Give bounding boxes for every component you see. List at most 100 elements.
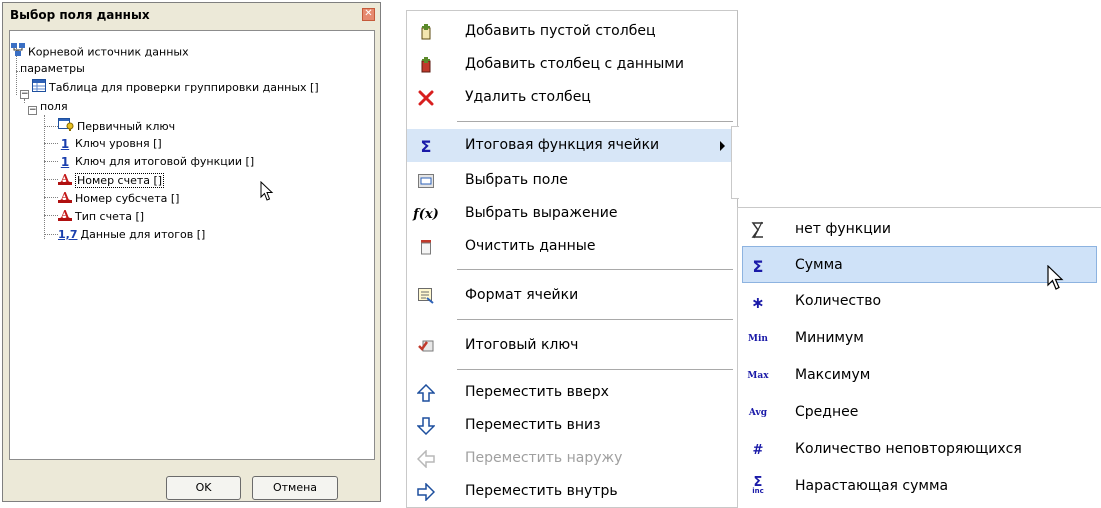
tree-node-fields[interactable]: поля [40, 99, 68, 115]
tree-node-label: Ключ для итоговой функции [] [75, 155, 255, 168]
menu-item-move-in[interactable]: Переместить внутрь [407, 475, 737, 508]
submenu-arrow-icon [720, 141, 725, 151]
sum-icon: Σ [752, 256, 764, 276]
menu-item-move-up[interactable]: Переместить вверх [407, 376, 737, 409]
submenu-item-maximum[interactable]: Max Максимум [738, 357, 1101, 394]
menu-item-label: Переместить внутрь [465, 483, 618, 499]
submenu-item-running-sum[interactable]: Σ inc Нарастающая сумма [738, 468, 1101, 505]
arrow-left-icon [417, 450, 435, 468]
no-function-icon [748, 220, 768, 240]
max-icon: Max [747, 371, 769, 381]
avg-icon: Avg [748, 408, 768, 418]
tree-node-primary-key[interactable]: Первичный ключ [58, 118, 175, 134]
menu-item-label: Переместить наружу [465, 450, 623, 466]
menu-item-label: Переместить вниз [465, 417, 601, 433]
menu-item-select-expression[interactable]: f(x) Выбрать выражение [407, 197, 737, 230]
string-field-icon: A [58, 190, 72, 208]
number-icon: 1 [60, 155, 70, 169]
menu-item-label: Добавить столбец с данными [465, 56, 684, 72]
collapse-icon[interactable]: − [28, 106, 37, 115]
submenu-item-label: Количество [795, 293, 882, 309]
select-field-icon [417, 172, 435, 190]
tree-node-table[interactable]: Таблица для проверки группировки данных … [32, 79, 319, 95]
menu-item-label: Удалить столбец [465, 89, 591, 105]
menu-item-label: Формат ячейки [465, 287, 579, 303]
tree-node-label: поля [40, 100, 68, 113]
menu-item-label: Очистить данные [465, 238, 596, 254]
dialog-title: Выбор поля данных [10, 8, 150, 22]
expression-icon: f(x) [413, 206, 439, 222]
submenu-item-label: Сумма [795, 257, 843, 273]
svg-text:A: A [60, 172, 70, 185]
submenu-item-label: Нарастающая сумма [795, 478, 949, 494]
total-key-icon [417, 337, 435, 355]
menu-item-select-field[interactable]: Выбрать поле [407, 164, 737, 197]
submenu-item-label: нет функции [795, 221, 891, 237]
submenu-item-average[interactable]: Avg Среднее [738, 394, 1101, 431]
context-menu: Добавить пустой столбец Добавить столбец… [406, 10, 738, 508]
tree-node-label: Таблица для проверки группировки данных … [49, 81, 319, 94]
menu-item-cell-total-function[interactable]: Σ Итоговая функция ячейки [407, 129, 737, 162]
menu-item-delete-column[interactable]: Удалить столбец [407, 81, 737, 114]
submenu-item-label: Минимум [795, 330, 864, 346]
submenu-item-distinct-count[interactable]: # Количество неповторяющихся [738, 431, 1101, 468]
data-field-tree[interactable]: − − Корневой источник данных параметры Т… [9, 30, 375, 460]
tree-node-totals-data[interactable]: 1,7 Данные для итогов [] [58, 227, 205, 243]
menu-item-total-key[interactable]: Итоговый ключ [407, 329, 737, 362]
tree-node-label: параметры [20, 62, 85, 75]
svg-text:A: A [60, 208, 70, 221]
running-sum-icon: Σ inc [752, 475, 764, 495]
cell-format-icon [417, 287, 435, 305]
arrow-down-icon [417, 417, 435, 435]
clear-data-icon [417, 238, 435, 256]
min-icon: Min [748, 334, 768, 344]
table-icon [32, 79, 46, 97]
tree-node-parameters[interactable]: параметры [20, 61, 85, 77]
tree-node-root-datasource[interactable]: Корневой источник данных [11, 43, 189, 59]
menu-item-label: Итоговая функция ячейки [465, 137, 660, 153]
svg-text:A: A [60, 190, 70, 203]
submenu-item-label: Среднее [795, 404, 859, 420]
tree-node-label: Номер счета [] [75, 173, 165, 188]
menu-item-add-empty-column[interactable]: Добавить пустой столбец [407, 15, 737, 48]
datasource-icon [11, 43, 25, 62]
menu-item-move-out: Переместить наружу [407, 442, 737, 475]
number-icon: 1 [60, 137, 70, 151]
select-data-field-dialog: Выбор поля данных ✕ − − Корневой источни… [2, 2, 381, 502]
submenu-item-label: Максимум [795, 367, 871, 383]
tree-node-level-key[interactable]: 1 Ключ уровня [] [58, 136, 162, 152]
mouse-cursor-icon [1047, 265, 1064, 290]
distinct-count-icon: # [752, 442, 764, 458]
tree-node-label: Данные для итогов [] [80, 228, 206, 241]
arrow-right-icon [417, 483, 435, 501]
decimal-icon: 1,7 [58, 228, 78, 241]
add-empty-column-icon [417, 23, 435, 41]
sigma-icon: Σ [420, 136, 432, 156]
arrow-up-icon [417, 384, 435, 402]
primary-key-icon [58, 118, 74, 136]
tree-node-label: Первичный ключ [77, 120, 176, 133]
menu-item-move-down[interactable]: Переместить вниз [407, 409, 737, 442]
tree-node-account-type[interactable]: A Тип счета [] [58, 208, 144, 224]
tree-node-total-function-key[interactable]: 1 Ключ для итоговой функции [] [58, 154, 254, 170]
submenu-item-sum[interactable]: Σ Сумма [742, 246, 1097, 283]
submenu-item-no-function[interactable]: нет функции [738, 211, 1101, 248]
submenu-item-minimum[interactable]: Min Минимум [738, 320, 1101, 357]
collapse-icon[interactable]: − [20, 90, 29, 99]
menu-item-label: Переместить вверх [465, 384, 609, 400]
submenu-connector [731, 126, 739, 199]
string-field-icon: A [58, 208, 72, 226]
count-icon: ∗ [751, 292, 765, 312]
add-data-column-icon [417, 56, 435, 74]
close-icon[interactable]: ✕ [362, 8, 375, 21]
tree-node-subaccount-number[interactable]: A Номер субсчета [] [58, 190, 179, 206]
tree-node-account-number[interactable]: A Номер счета [] [58, 172, 165, 188]
menu-item-clear-data[interactable]: Очистить данные [407, 230, 737, 263]
menu-item-cell-format[interactable]: Формат ячейки [407, 279, 737, 312]
total-function-submenu: нет функции Σ Сумма ∗ Количество Min Мин… [737, 207, 1101, 508]
menu-item-label: Выбрать поле [465, 172, 568, 188]
delete-icon [417, 89, 435, 107]
menu-item-add-data-column[interactable]: Добавить столбец с данными [407, 48, 737, 81]
cancel-button[interactable]: Отмена [252, 476, 338, 500]
ok-button[interactable]: OK [166, 476, 241, 500]
